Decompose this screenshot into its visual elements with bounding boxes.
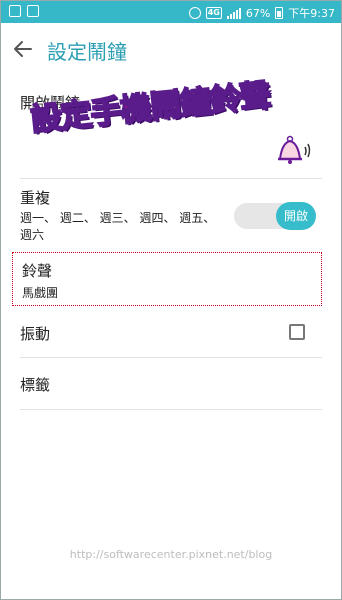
back-arrow-icon[interactable] [11,37,35,61]
ringtone-row[interactable]: 鈴聲 馬戲團 [12,252,322,306]
repeat-title: 重複 [20,189,51,207]
app-header: 設定鬧鐘 [1,24,341,74]
divider [20,178,322,179]
battery-icon [275,7,284,19]
divider [20,357,322,358]
status-left-icons [9,5,39,17]
vibrate-checkbox[interactable] [289,324,305,340]
ringtone-value: 馬戲團 [22,286,59,300]
status-right-icons: 4G 67% 下午9:37 [188,5,335,21]
watermark-url: http://softwarecenter.pixnet.net/blog [69,548,273,561]
network-type-label: 4G [205,7,222,19]
label-title: 標籤 [20,376,51,394]
battery-percent: 67% [245,6,271,20]
vibrate-row[interactable]: 振動 [20,323,322,344]
label-row[interactable]: 標籤 [20,374,322,395]
signal-icon [226,7,241,19]
divider [20,409,322,410]
clock-time: 下午9:37 [288,7,335,20]
toggle-on-label: 開啟 [276,202,316,230]
vibrate-title: 振動 [20,325,51,343]
notification-icon [9,5,21,17]
status-bar: 4G 67% 下午9:37 [1,1,341,23]
image-icon [27,5,39,17]
page-title: 設定鬧鐘 [47,40,127,64]
repeat-row[interactable]: 重複 週一、 週二、 週三、 週四、 週五、 週六 [20,187,230,244]
repeat-toggle[interactable]: 開啟 [234,202,316,230]
alarm-clock-icon [188,7,201,19]
ringtone-title: 鈴聲 [22,262,53,280]
bell-icon [278,135,311,164]
repeat-days: 週一、 週二、 週三、 週四、 週五、 週六 [20,211,216,242]
